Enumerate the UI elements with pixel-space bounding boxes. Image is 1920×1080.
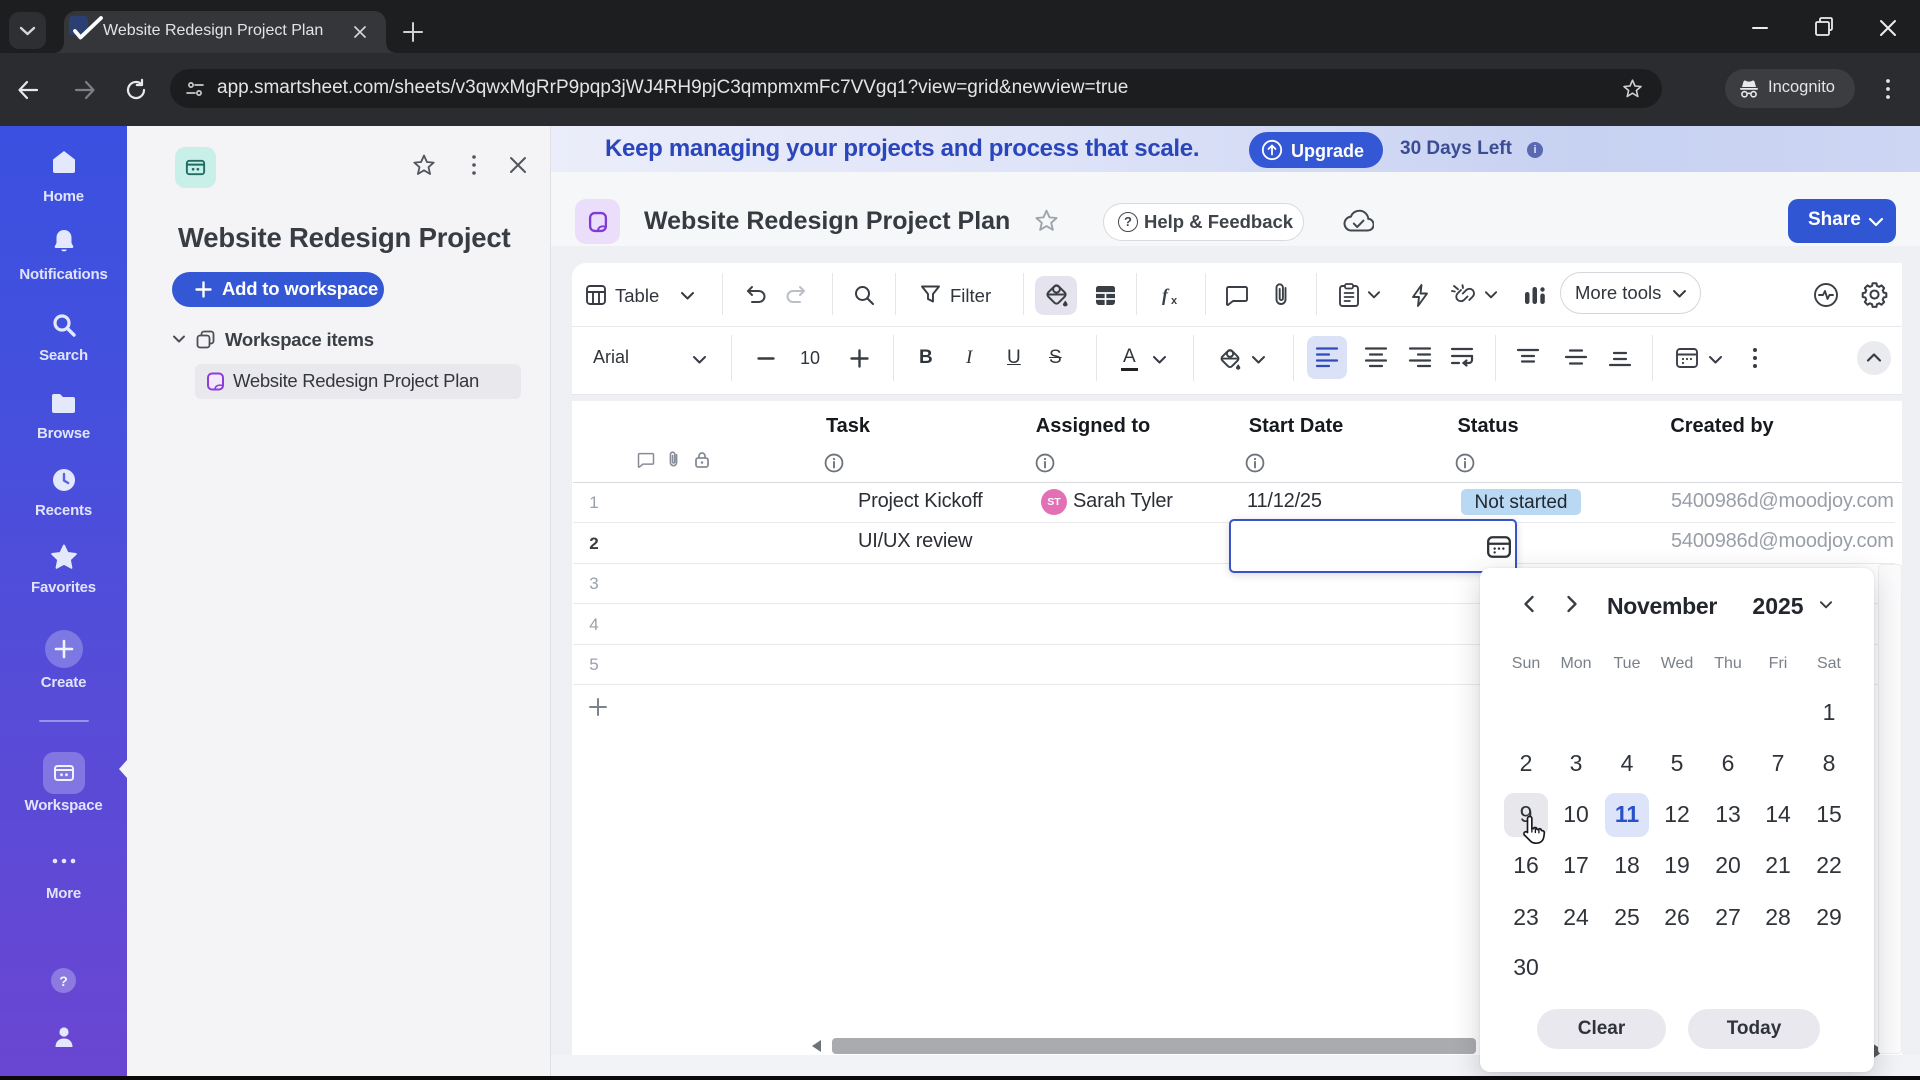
svg-text:x: x xyxy=(1171,295,1178,307)
svg-text:f: f xyxy=(1162,285,1170,305)
